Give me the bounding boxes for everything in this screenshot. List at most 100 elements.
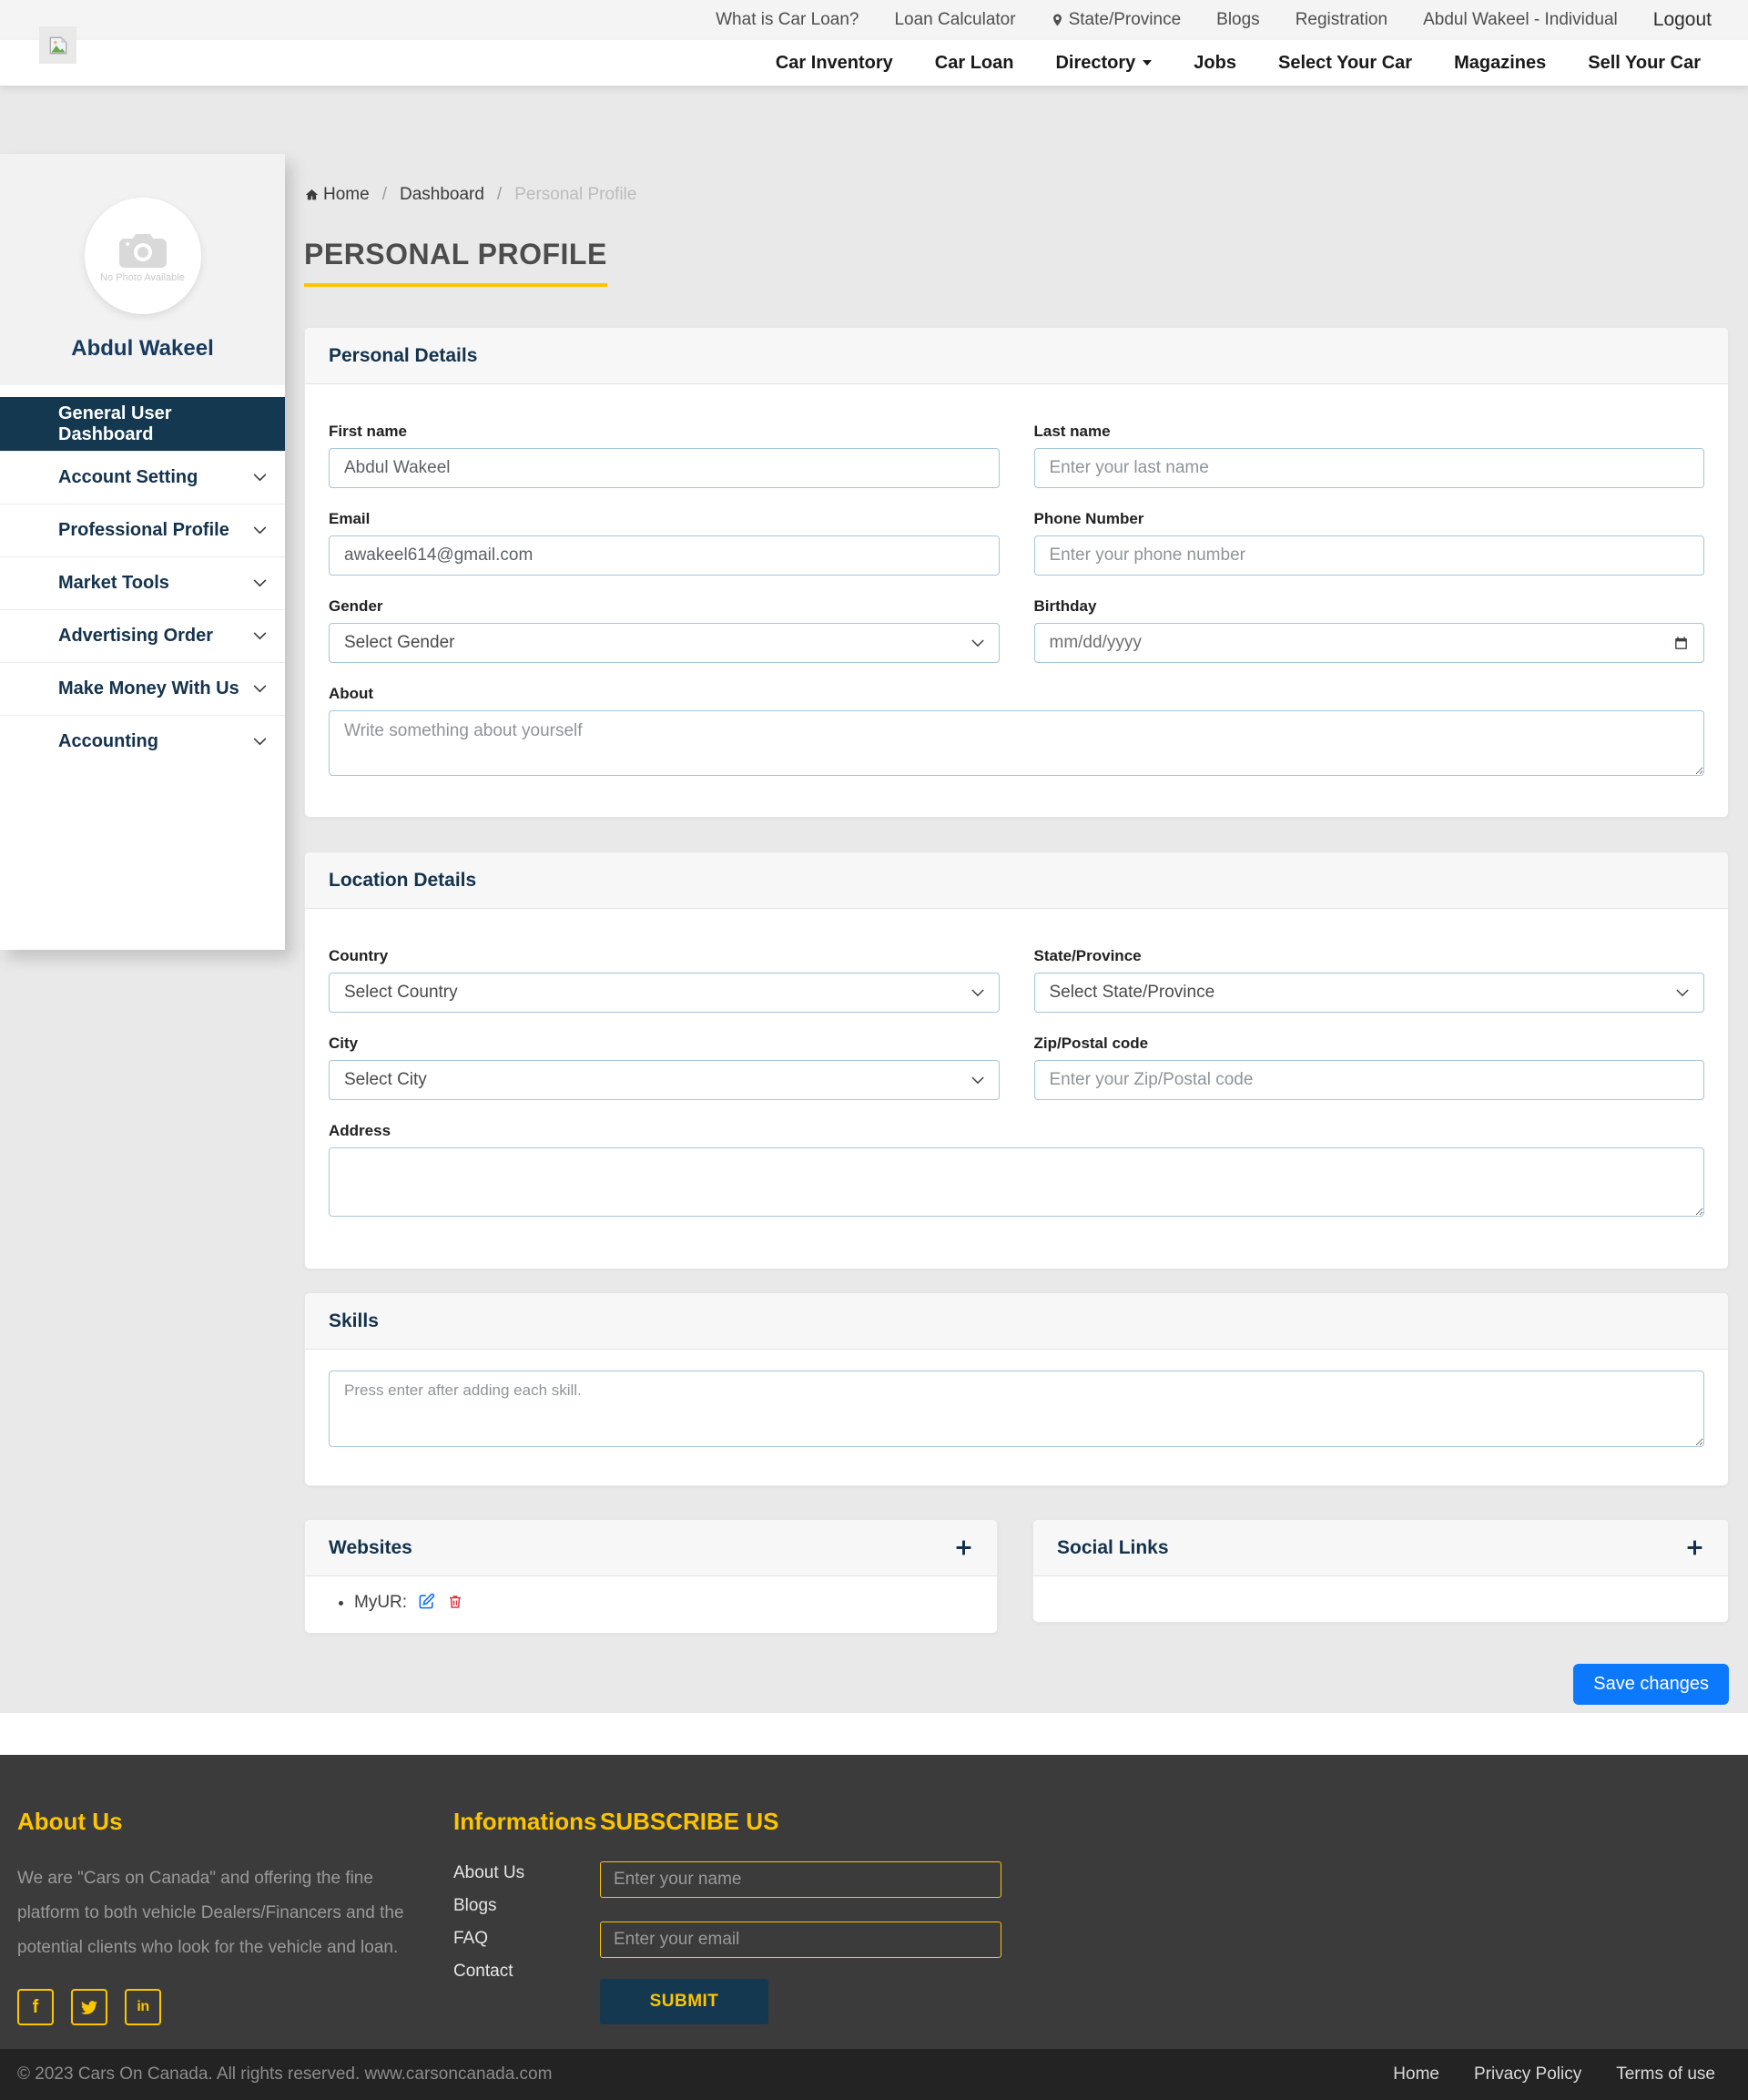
social-links-title: Social Links bbox=[1057, 1537, 1169, 1559]
sidebar-item-label: General User Dashboard bbox=[58, 403, 267, 445]
utility-link-what-is-car-loan[interactable]: What is Car Loan? bbox=[716, 10, 859, 30]
chevron-down-icon bbox=[253, 685, 267, 693]
sidebar-user-name: Abdul Wakeel bbox=[0, 336, 285, 362]
state-province-select-value: Select State/Province bbox=[1050, 983, 1215, 1003]
websites-body: MyUR: bbox=[305, 1576, 997, 1633]
footer-about-title: About Us bbox=[17, 1808, 445, 1836]
calendar-icon bbox=[1673, 636, 1689, 651]
bottom-link-privacy-policy[interactable]: Privacy Policy bbox=[1474, 2064, 1581, 2085]
sidebar: No Photo Available Abdul Wakeel General … bbox=[0, 154, 285, 950]
skills-textarea[interactable] bbox=[329, 1371, 1704, 1447]
footer-about-column: About Us We are "Cars on Canada" and off… bbox=[17, 1808, 445, 2025]
sidebar-item-make-money-with-us[interactable]: Make Money With Us bbox=[0, 662, 285, 715]
nav-magazines[interactable]: Magazines bbox=[1454, 53, 1546, 74]
bottom-link-terms-of-use[interactable]: Terms of use bbox=[1616, 2064, 1715, 2085]
sidebar-item-accounting[interactable]: Accounting bbox=[0, 715, 285, 768]
sidebar-item-professional-profile[interactable]: Professional Profile bbox=[0, 504, 285, 556]
last-name-field[interactable] bbox=[1034, 448, 1705, 488]
subscribe-submit-button[interactable]: SUBMIT bbox=[600, 1979, 768, 2024]
add-website-button[interactable] bbox=[954, 1538, 973, 1557]
home-icon bbox=[304, 188, 320, 202]
facebook-icon[interactable]: f bbox=[17, 1989, 54, 2025]
nav-directory[interactable]: Directory bbox=[1055, 53, 1152, 74]
breadcrumb-current: Personal Profile bbox=[514, 185, 636, 205]
chevron-down-icon bbox=[1676, 989, 1689, 997]
sidebar-item-market-tools[interactable]: Market Tools bbox=[0, 556, 285, 609]
utility-link-state-province-label: State/Province bbox=[1069, 10, 1182, 30]
state-province-label: State/Province bbox=[1034, 947, 1705, 965]
website-list-item: MyUR: bbox=[354, 1593, 973, 1613]
gender-select[interactable]: Select Gender bbox=[329, 623, 1000, 663]
nav-jobs[interactable]: Jobs bbox=[1194, 53, 1236, 74]
gender-label: Gender bbox=[329, 597, 1000, 616]
chevron-down-icon bbox=[253, 474, 267, 482]
user-account-label[interactable]: Abdul Wakeel - Individual bbox=[1423, 10, 1618, 30]
footer: About Us We are "Cars on Canada" and off… bbox=[0, 1755, 1748, 2049]
email-field[interactable] bbox=[329, 535, 1000, 576]
zip-field[interactable] bbox=[1034, 1060, 1705, 1100]
chevron-down-icon bbox=[253, 632, 267, 640]
sidebar-item-general-user-dashboard[interactable]: General User Dashboard bbox=[0, 397, 285, 451]
city-select[interactable]: Select City bbox=[329, 1060, 1000, 1100]
about-textarea[interactable] bbox=[329, 710, 1704, 776]
links-cards-row: Websites MyUR: Social Links bbox=[304, 1519, 1729, 1634]
add-social-link-button[interactable] bbox=[1685, 1538, 1704, 1557]
sidebar-item-account-setting[interactable]: Account Setting bbox=[0, 451, 285, 504]
sidebar-menu: General User Dashboard Account Setting P… bbox=[0, 397, 285, 768]
footer-link-about-us[interactable]: About Us bbox=[453, 1863, 596, 1883]
skills-title: Skills bbox=[329, 1310, 379, 1332]
twitter-icon[interactable] bbox=[71, 1989, 107, 2025]
sidebar-item-label: Accounting bbox=[58, 731, 158, 752]
country-select[interactable]: Select Country bbox=[329, 973, 1000, 1013]
logout-button[interactable]: Logout bbox=[1653, 9, 1712, 31]
utility-link-state-province[interactable]: State/Province bbox=[1052, 10, 1182, 30]
footer-link-contact[interactable]: Contact bbox=[453, 1962, 596, 1982]
footer-link-faq[interactable]: FAQ bbox=[453, 1929, 596, 1949]
location-details-card: Location Details Country Select Country … bbox=[304, 851, 1729, 1269]
breadcrumb-dashboard[interactable]: Dashboard bbox=[400, 185, 484, 205]
footer-link-blogs[interactable]: Blogs bbox=[453, 1896, 596, 1916]
phone-field[interactable] bbox=[1034, 535, 1705, 576]
content-area: No Photo Available Abdul Wakeel General … bbox=[0, 86, 1748, 1713]
breadcrumb-home[interactable]: Home bbox=[304, 185, 370, 205]
utility-link-loan-calculator[interactable]: Loan Calculator bbox=[894, 10, 1015, 30]
linkedin-icon[interactable]: in bbox=[125, 1989, 161, 2025]
footer-bottom-bar: © 2023 Cars On Canada. All rights reserv… bbox=[0, 2049, 1748, 2100]
delete-website-icon[interactable] bbox=[447, 1594, 463, 1610]
bottom-link-home[interactable]: Home bbox=[1393, 2064, 1439, 2085]
footer-social-buttons: f in bbox=[17, 1989, 445, 2025]
websites-header: Websites bbox=[305, 1520, 997, 1576]
no-photo-text: No Photo Available bbox=[100, 272, 185, 283]
footer-informations-title: Informations bbox=[453, 1808, 596, 1836]
utility-link-registration[interactable]: Registration bbox=[1296, 10, 1387, 30]
subscribe-name-input[interactable] bbox=[600, 1861, 1001, 1898]
nav-car-inventory[interactable]: Car Inventory bbox=[776, 53, 893, 74]
page-title: PERSONAL PROFILE bbox=[304, 238, 607, 287]
about-label: About bbox=[329, 685, 1704, 703]
save-changes-button[interactable]: Save changes bbox=[1573, 1664, 1729, 1705]
sidebar-item-label: Account Setting bbox=[58, 467, 198, 488]
country-select-value: Select Country bbox=[344, 983, 458, 1003]
sidebar-item-advertising-order[interactable]: Advertising Order bbox=[0, 609, 285, 662]
nav-sell-your-car[interactable]: Sell Your Car bbox=[1588, 53, 1701, 74]
nav-select-your-car[interactable]: Select Your Car bbox=[1278, 53, 1412, 74]
state-province-select[interactable]: Select State/Province bbox=[1034, 973, 1705, 1013]
nav-car-loan[interactable]: Car Loan bbox=[935, 53, 1014, 74]
pre-footer-strip bbox=[0, 1713, 1748, 1755]
footer-bottom-links: Home Privacy Policy Terms of use bbox=[1393, 2064, 1715, 2085]
last-name-label: Last name bbox=[1034, 423, 1705, 441]
birthday-date-field[interactable]: mm/dd/yyyy bbox=[1034, 623, 1705, 663]
first-name-field[interactable] bbox=[329, 448, 1000, 488]
site-logo[interactable] bbox=[39, 26, 76, 64]
location-details-header: Location Details bbox=[305, 852, 1728, 909]
edit-website-icon[interactable] bbox=[418, 1593, 435, 1610]
websites-title: Websites bbox=[329, 1537, 412, 1559]
footer-subscribe-column: SUBSCRIBE US SUBMIT bbox=[600, 1808, 1001, 2024]
footer-subscribe-title: SUBSCRIBE US bbox=[600, 1808, 1001, 1836]
address-textarea[interactable] bbox=[329, 1147, 1704, 1217]
broken-image-icon bbox=[46, 34, 70, 57]
caret-down-icon bbox=[1143, 60, 1152, 66]
utility-link-blogs[interactable]: Blogs bbox=[1216, 10, 1260, 30]
camera-icon bbox=[117, 229, 168, 270]
subscribe-email-input[interactable] bbox=[600, 1922, 1001, 1958]
